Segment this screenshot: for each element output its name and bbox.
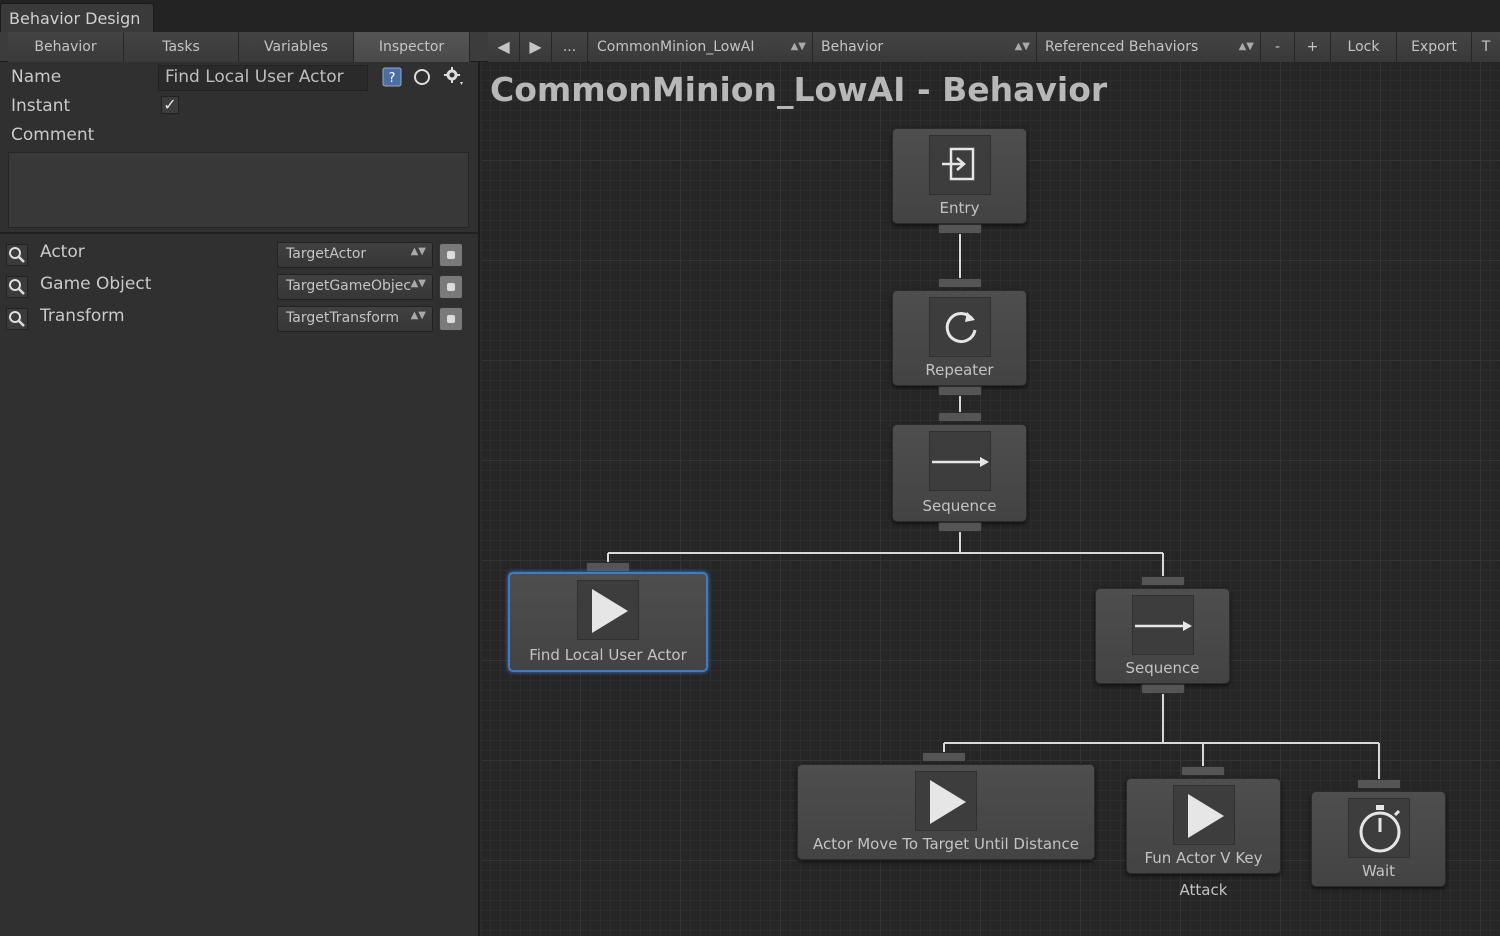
toolbar: Behavior Tasks Variables Inspector ◀ ▶ .… [0, 32, 1500, 62]
behavior-select-value: CommonMinion_LowAI [597, 39, 755, 55]
variable-select-game-object[interactable]: TargetGameObjec ▲▼ [277, 274, 433, 300]
instant-label: Instant [11, 96, 71, 116]
remove-button[interactable]: - [1261, 32, 1295, 62]
divider [0, 232, 478, 234]
comment-textarea[interactable] [8, 152, 469, 228]
search-icon[interactable] [6, 276, 28, 298]
node-wait-label: Wait [1361, 862, 1396, 880]
select-arrows-icon: ▲▼ [410, 310, 426, 321]
referenced-select-value: Referenced Behaviors [1045, 39, 1199, 55]
entry-icon [928, 135, 991, 195]
output-port[interactable] [938, 386, 982, 396]
node-actor-move-to-target-label: Actor Move To Target Until Distance [812, 835, 1080, 853]
lock-button[interactable]: Lock [1331, 32, 1397, 62]
task-name-input[interactable]: Find Local User Actor [158, 65, 368, 91]
play-icon [577, 580, 639, 640]
export-button[interactable]: Export [1397, 32, 1472, 62]
node-repeater-label: Repeater [925, 361, 994, 379]
variable-select-transform[interactable]: TargetTransform ▲▼ [277, 306, 433, 332]
node-find-local-user-actor[interactable]: Find Local User Actor [508, 572, 708, 672]
node-find-local-user-actor-label: Find Local User Actor [529, 646, 687, 664]
forward-button[interactable]: ▶ [520, 32, 552, 62]
input-port[interactable] [938, 412, 982, 422]
output-port[interactable] [1141, 684, 1185, 694]
window-tab-bar: Behavior Design [0, 0, 1500, 33]
input-port[interactable] [922, 752, 966, 762]
behavior-select[interactable]: CommonMinion_LowAI ▲▼ [589, 32, 813, 62]
repeat-icon [928, 297, 991, 357]
sequence-arrow-icon [928, 431, 991, 491]
search-icon[interactable] [6, 244, 28, 266]
search-icon[interactable] [6, 308, 28, 330]
type-select[interactable]: Behavior ▲▼ [813, 32, 1037, 62]
add-button[interactable]: + [1295, 32, 1331, 62]
inspector-panel: Name Find Local User Actor ? Instant ✓ C… [0, 62, 480, 936]
node-sequence-label: Sequence [1125, 659, 1200, 677]
input-port[interactable] [1357, 779, 1401, 789]
input-port[interactable] [586, 562, 630, 572]
variable-label-game-object: Game Object [40, 274, 152, 294]
name-label: Name [11, 67, 62, 87]
node-fun-actor-v-key[interactable]: Fun Actor V Key [1126, 778, 1281, 874]
stopwatch-icon [1347, 798, 1410, 858]
select-arrows-icon: ▲▼ [1238, 41, 1254, 52]
node-entry-label: Entry [939, 199, 980, 217]
variable-select-value: TargetTransform [286, 310, 399, 326]
variable-select-value: TargetGameObjec [286, 278, 412, 294]
window-tab-behavior-design[interactable]: Behavior Design [0, 3, 154, 33]
play-icon [915, 771, 977, 831]
behavior-graph-canvas[interactable]: CommonMinion_LowAI - Behavior Entry Repe… [482, 62, 1500, 936]
referenced-behaviors-select[interactable]: Referenced Behaviors ▲▼ [1037, 32, 1261, 62]
tab-tasks[interactable]: Tasks [124, 32, 239, 62]
node-entry[interactable]: Entry [892, 128, 1027, 224]
type-select-value: Behavior [821, 39, 884, 55]
node-fun-actor-v-key-label: Fun Actor V Key [1144, 849, 1263, 867]
variable-label-actor: Actor [40, 242, 85, 262]
back-button[interactable]: ◀ [488, 32, 520, 62]
variable-select-actor[interactable]: TargetActor ▲▼ [277, 242, 433, 268]
node-actor-move-to-target[interactable]: Actor Move To Target Until Distance [797, 764, 1095, 860]
tab-inspector[interactable]: Inspector [354, 32, 470, 62]
gear-icon[interactable] [442, 65, 464, 87]
more-button[interactable]: ... [552, 32, 588, 62]
tab-behavior[interactable]: Behavior [8, 32, 124, 62]
node-repeater[interactable]: Repeater [892, 290, 1027, 386]
node-sequence[interactable]: Sequence [892, 424, 1027, 522]
variable-select-value: TargetActor [286, 246, 367, 262]
node-sequence[interactable]: Sequence [1095, 588, 1230, 684]
select-arrows-icon: ▲▼ [410, 278, 426, 289]
select-arrows-icon: ▲▼ [790, 41, 806, 52]
variable-toggle-button[interactable] [439, 307, 463, 331]
help-icon[interactable]: ? [381, 66, 403, 88]
overflow-button[interactable]: T [1472, 32, 1500, 62]
input-port[interactable] [1141, 576, 1185, 586]
watch-circle-icon[interactable] [411, 66, 433, 88]
select-arrows-icon: ▲▼ [1014, 41, 1030, 52]
input-port[interactable] [1181, 766, 1225, 776]
tab-variables[interactable]: Variables [239, 32, 354, 62]
output-port[interactable] [938, 224, 982, 234]
node-comment: Attack [1179, 881, 1228, 899]
node-wait[interactable]: Wait [1311, 791, 1446, 887]
node-sequence-label: Sequence [922, 497, 997, 515]
comment-label: Comment [11, 125, 95, 145]
variable-label-transform: Transform [40, 306, 125, 326]
sequence-arrow-icon [1131, 595, 1194, 655]
instant-checkbox[interactable]: ✓ [161, 96, 179, 114]
select-arrows-icon: ▲▼ [410, 246, 426, 257]
input-port[interactable] [938, 278, 982, 288]
svg-text:?: ? [389, 71, 396, 86]
play-icon [1172, 785, 1235, 845]
output-port[interactable] [938, 522, 982, 532]
variable-toggle-button[interactable] [439, 243, 463, 267]
variable-toggle-button[interactable] [439, 275, 463, 299]
